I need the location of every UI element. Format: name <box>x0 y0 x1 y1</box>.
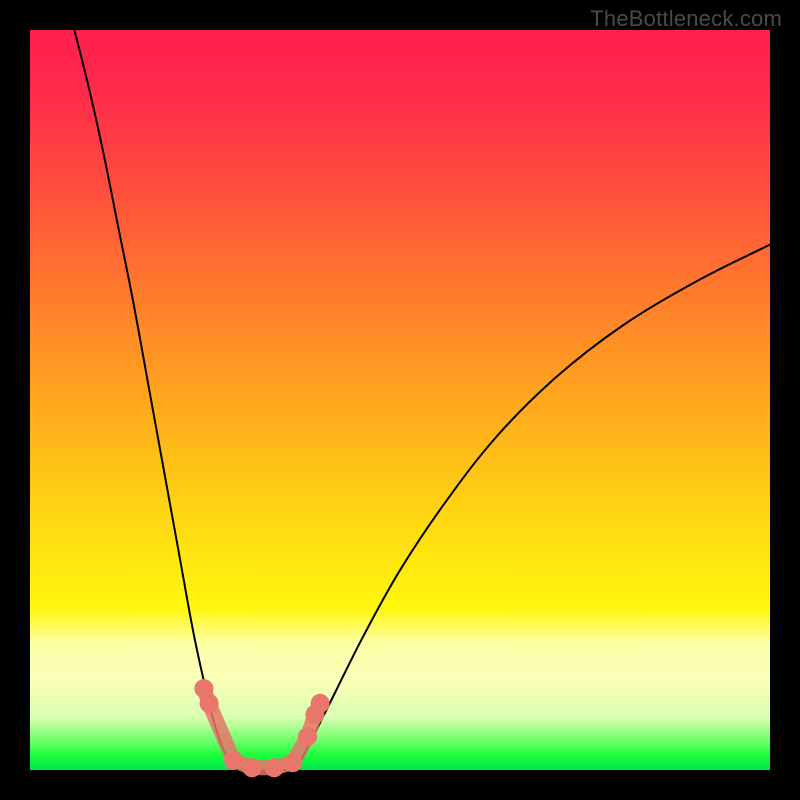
marker-dot <box>265 759 283 777</box>
marker-ribbon <box>204 689 320 768</box>
chart-overlay <box>30 30 770 770</box>
curve-right-branch <box>296 245 770 770</box>
marker-dot <box>284 754 302 772</box>
marker-dot <box>311 694 329 712</box>
marker-dot <box>200 694 218 712</box>
marker-dot <box>299 728 317 746</box>
watermark-text: TheBottleneck.com <box>590 6 782 32</box>
marker-dot <box>243 759 261 777</box>
marker-dot <box>225 751 243 769</box>
curve-left-branch <box>74 30 237 770</box>
marker-group <box>195 680 329 777</box>
outer-frame: TheBottleneck.com <box>0 0 800 800</box>
